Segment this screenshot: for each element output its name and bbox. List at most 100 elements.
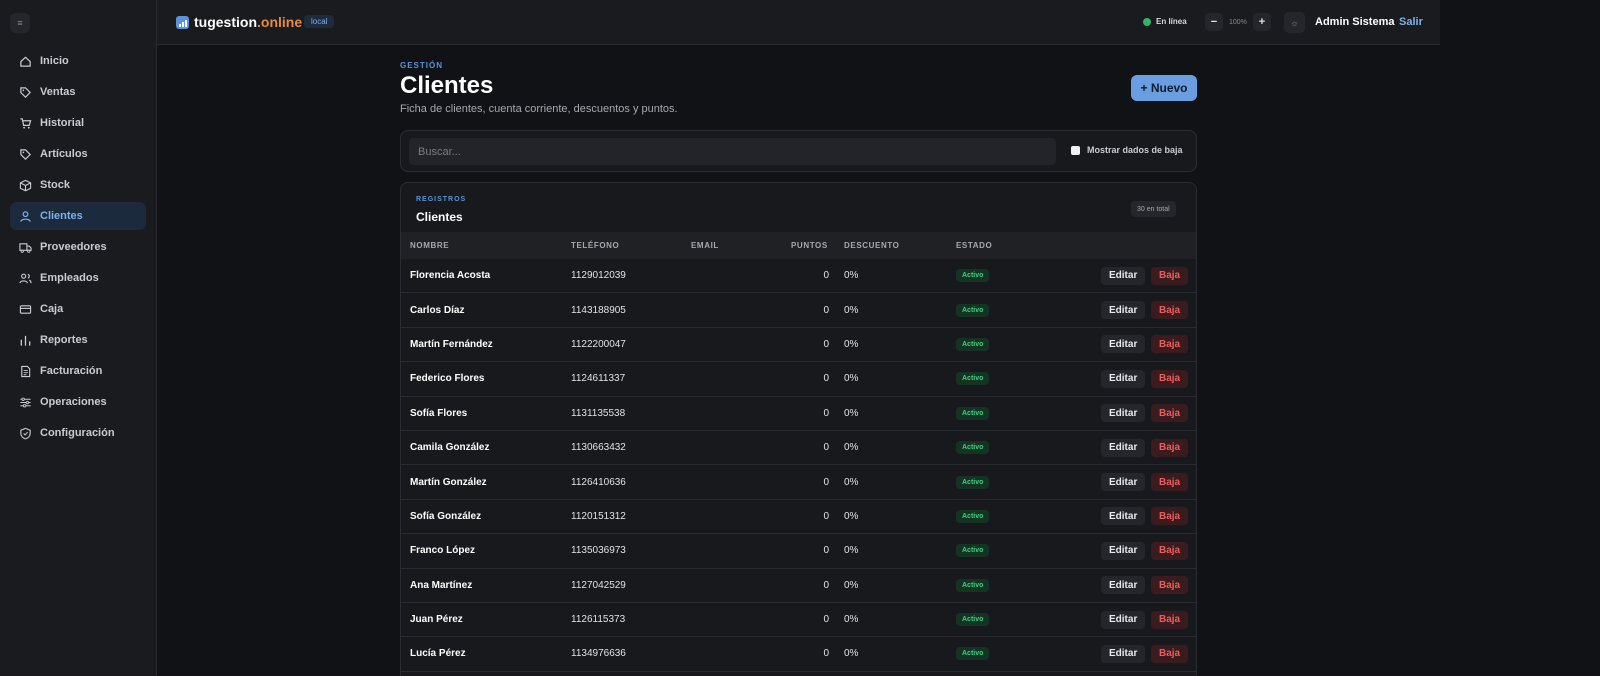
deactivate-button[interactable]: Baja xyxy=(1151,266,1189,285)
edit-button[interactable]: Editar xyxy=(1101,266,1146,285)
table-row[interactable]: Martín González 1126410636 0 0% Activo Editar… xyxy=(401,465,1196,500)
client-phone: 1143188905 xyxy=(571,304,626,316)
deactivate-button[interactable]: Baja xyxy=(1151,644,1189,663)
deactivate-button[interactable]: Baja xyxy=(1151,541,1189,560)
client-phone: 1124611337 xyxy=(571,373,626,385)
search-input[interactable] xyxy=(409,138,1056,165)
column-header-name[interactable]: NOMBRE xyxy=(410,241,449,250)
client-discount: 0% xyxy=(844,648,859,660)
edit-button[interactable]: Editar xyxy=(1101,438,1146,457)
edit-button[interactable]: Editar xyxy=(1101,404,1146,423)
edit-button[interactable]: Editar xyxy=(1101,301,1146,320)
page-subtitle: Ficha de clientes, cuenta corriente, des… xyxy=(400,103,678,115)
page-eyebrow: GESTIÓN xyxy=(400,61,444,70)
edit-button[interactable]: Editar xyxy=(1101,576,1146,595)
sidebar-item-label: Stock xyxy=(40,179,70,191)
deactivate-button[interactable]: Baja xyxy=(1151,369,1189,388)
sidebar-item-inicio[interactable]: Inicio xyxy=(10,47,146,75)
sidebar-item-clientes[interactable]: Clientes xyxy=(10,202,146,230)
status-badge: Activo xyxy=(956,372,990,386)
client-name: Ana Martínez xyxy=(410,579,473,591)
environment-badge: local xyxy=(304,15,335,28)
deactivate-button[interactable]: Baja xyxy=(1151,507,1189,526)
sidebar-item-label: Operaciones xyxy=(40,396,107,408)
status-badge: Activo xyxy=(956,475,990,489)
sidebar-item-proveedores[interactable]: Proveedores xyxy=(10,233,146,261)
deactivate-button[interactable]: Baja xyxy=(1151,610,1189,629)
table-row[interactable]: Federico Flores 1124611337 0 0% Activo Editar… xyxy=(401,362,1196,397)
show-inactive-checkbox[interactable] xyxy=(1071,145,1080,155)
deactivate-button[interactable]: Baja xyxy=(1151,301,1189,320)
client-phone: 1131135538 xyxy=(571,407,626,419)
cart-icon xyxy=(20,117,32,129)
table-row[interactable]: Juan Pérez 1126115373 0 0% Activo Editar Baja xyxy=(401,603,1196,638)
show-inactive-toggle[interactable]: Mostrar dados de baja xyxy=(1071,145,1183,155)
column-header-email[interactable]: EMAIL xyxy=(691,241,719,250)
edit-button[interactable]: Editar xyxy=(1101,335,1146,354)
table-row[interactable]: Lucía Pérez 1134976636 0 0% Activo Editar Baja xyxy=(401,637,1196,672)
client-name: Martín González xyxy=(410,476,487,488)
client-discount: 0% xyxy=(844,407,859,419)
sidebar-item-caja[interactable]: Caja xyxy=(10,295,146,323)
sidebar-item-empleados[interactable]: Empleados xyxy=(10,264,146,292)
zoom-in-button[interactable]: + xyxy=(1252,13,1271,31)
top-bar: tugestion.online local En línea − 100% +… xyxy=(157,0,1440,45)
sidebar-item-configuracion[interactable]: Configuración xyxy=(10,419,146,447)
sidebar-item-label: Facturación xyxy=(40,365,103,377)
sidebar-item-reportes[interactable]: Reportes xyxy=(10,326,146,354)
sidebar-item-stock[interactable]: Stock xyxy=(10,171,146,199)
client-points: 0 xyxy=(823,648,829,660)
table-row[interactable]: Camila González 1130663432 0 0% Activo Editar… xyxy=(401,431,1196,466)
user-icon xyxy=(20,210,31,222)
edit-button[interactable]: Editar xyxy=(1101,369,1146,388)
status-badge: Activo xyxy=(956,269,990,283)
table-row[interactable]: Carlos Díaz 1143188905 0 0% Activo Editar Baja xyxy=(401,293,1196,328)
new-client-button[interactable]: + Nuevo xyxy=(1131,75,1197,101)
edit-button[interactable]: Editar xyxy=(1101,610,1146,629)
client-name: Sofía Flores xyxy=(410,407,468,419)
column-header-state[interactable]: ESTADO xyxy=(956,241,992,250)
client-name: Lucía Pérez xyxy=(410,648,466,660)
sidebar-item-label: Inicio xyxy=(40,55,69,67)
client-name: Juan Pérez xyxy=(410,614,463,626)
zoom-out-button[interactable]: − xyxy=(1205,13,1223,31)
edit-button[interactable]: Editar xyxy=(1101,473,1146,492)
user-name: Admin Sistema xyxy=(1315,16,1395,28)
table-row[interactable]: Martín Fernández 1122200047 0 0% Activo Edita… xyxy=(401,328,1196,363)
status-badge: Activo xyxy=(956,578,990,592)
client-points: 0 xyxy=(823,304,829,316)
app-logo[interactable]: tugestion.online xyxy=(176,14,302,30)
client-discount: 0% xyxy=(844,476,859,488)
deactivate-button[interactable]: Baja xyxy=(1151,404,1189,423)
table-row[interactable]: Sofía González 1120151312 0 0% Activo Editar B… xyxy=(401,500,1196,535)
sidebar-item-label: Historial xyxy=(40,117,85,129)
sidebar-item-articulos[interactable]: Artículos xyxy=(10,140,146,168)
table-row[interactable]: Florencia Acosta 1129012039 0 0% Activo Edita… xyxy=(401,259,1196,294)
table-row[interactable]: Franco López 1135036973 0 0% Activo Editar Baj… xyxy=(401,534,1196,569)
sidebar-item-historial[interactable]: Historial xyxy=(10,109,146,137)
sidebar-item-operaciones[interactable]: Operaciones xyxy=(10,388,146,416)
table-row[interactable]: Ana Martínez 1127042529 0 0% Activo Editar Baj… xyxy=(401,569,1196,603)
deactivate-button[interactable]: Baja xyxy=(1151,576,1189,595)
deactivate-button[interactable]: Baja xyxy=(1151,438,1189,457)
sidebar-item-ventas[interactable]: Ventas xyxy=(10,78,146,106)
edit-button[interactable]: Editar xyxy=(1101,507,1146,526)
status-badge: Activo xyxy=(956,613,990,627)
deactivate-button[interactable]: Baja xyxy=(1151,335,1189,354)
column-header-points[interactable]: PUNTOS xyxy=(791,241,828,250)
column-header-discount[interactable]: DESCUENTO xyxy=(844,241,899,250)
deactivate-button[interactable]: Baja xyxy=(1151,473,1189,492)
table-body: Florencia Acosta 1129012039 0 0% Activo Edita… xyxy=(401,259,1196,672)
table-row[interactable]: Sofía Flores 1131135538 0 0% Activo Editar Baj… xyxy=(401,397,1196,431)
sidebar-item-facturacion[interactable]: Facturación xyxy=(10,357,146,385)
column-header-phone[interactable]: TELÉFONO xyxy=(571,241,619,250)
theme-toggle-icon[interactable]: ☼ xyxy=(1284,12,1305,33)
edit-button[interactable]: Editar xyxy=(1101,644,1146,663)
sidebar-item-label: Empleados xyxy=(40,272,99,284)
edit-button[interactable]: Editar xyxy=(1101,541,1146,560)
status-label: En línea xyxy=(1156,17,1187,26)
status-badge: Activo xyxy=(956,303,990,317)
client-discount: 0% xyxy=(844,304,859,316)
logout-link[interactable]: Salir xyxy=(1399,16,1423,28)
menu-collapse-icon[interactable]: ≡ xyxy=(10,13,30,33)
